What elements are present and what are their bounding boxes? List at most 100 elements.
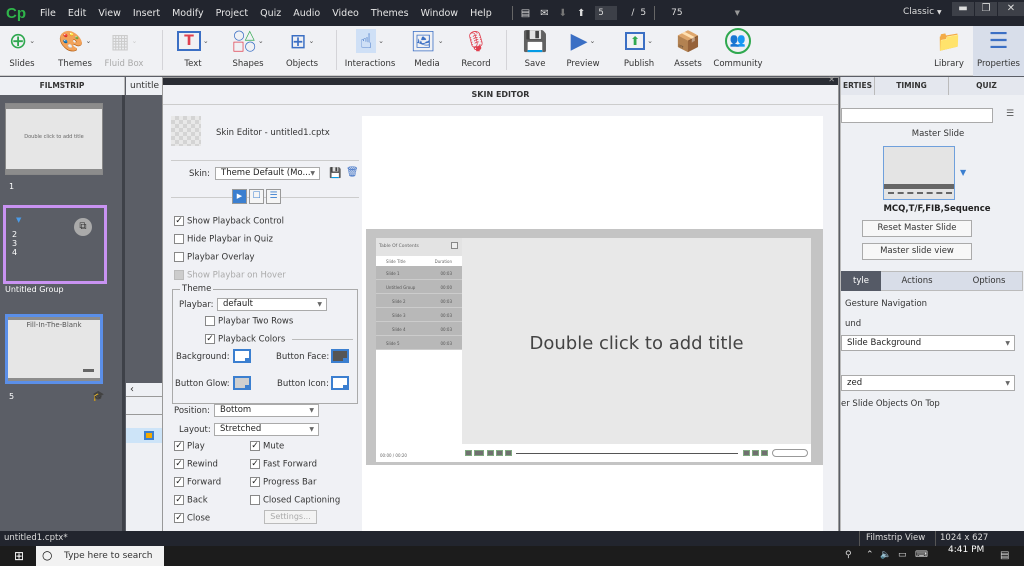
slide-thumbnail-1[interactable]: Double click to add title	[5, 103, 103, 175]
toc-pin-icon[interactable]	[451, 242, 458, 249]
comment-icon[interactable]: ▤	[521, 8, 530, 19]
rewind-checkbox[interactable]: ✓ Rewind	[174, 459, 218, 470]
keyboard-icon[interactable]: ⌨	[915, 550, 928, 560]
people-icon[interactable]: ⚲	[845, 550, 852, 560]
menu-file[interactable]: File	[40, 8, 56, 19]
save-skin-icon[interactable]: 💾	[329, 168, 341, 179]
windows-start-icon[interactable]: ⊞	[14, 549, 24, 563]
show-playback-checkbox[interactable]: ✓ Show Playback Control	[174, 216, 284, 227]
two-rows-checkbox[interactable]: Playbar Two Rows	[205, 316, 293, 327]
publish-button[interactable]: ⬆ ⌄ Publish	[611, 26, 667, 76]
network-icon[interactable]: ▭	[898, 550, 907, 560]
skin-select[interactable]: Theme Default (Mo... ▼	[215, 167, 320, 180]
menu-quiz[interactable]: Quiz	[260, 8, 281, 19]
notifications-icon[interactable]: ▤	[1000, 550, 1009, 561]
expand-group-icon[interactable]: ▼	[16, 216, 21, 224]
document-tab[interactable]: untitle	[126, 77, 162, 95]
properties-button[interactable]: ☰ Properties	[973, 26, 1024, 76]
fluid-box-button[interactable]: ▦ ⌄ Fluid Box	[96, 26, 152, 76]
back-checkbox[interactable]: ✓ Back	[174, 495, 208, 506]
toc-row[interactable]: Slide 1 00:03	[376, 266, 462, 280]
slide-group[interactable]: ▼ ⧉ 2 3 4	[3, 205, 107, 284]
progress-bar-checkbox[interactable]: ✓ Progress Bar	[250, 477, 317, 488]
objects-button[interactable]: ⊞ ⌄ Objects	[274, 26, 330, 76]
playback-colors-checkbox[interactable]: ✓ Playback Colors	[205, 334, 285, 345]
close-checkbox[interactable]: ✓ Close	[174, 513, 210, 524]
tab-actions[interactable]: Actions	[881, 271, 953, 291]
taskbar-search[interactable]: ○ Type here to search	[36, 546, 164, 566]
close-icon[interactable]: ✕	[828, 75, 835, 84]
toc-row[interactable]: Slide 5 00:03	[376, 336, 462, 350]
close-window-button[interactable]: ✕	[998, 2, 1024, 16]
closed-captioning-checkbox[interactable]: Closed Captioning	[250, 495, 340, 506]
toc-row[interactable]: Slide 2 00:03	[376, 294, 462, 308]
position-select[interactable]: Bottom ▼	[214, 404, 319, 417]
tab-timing[interactable]: TIMING	[875, 77, 949, 95]
arrow-up-icon[interactable]: ⬆	[577, 8, 585, 19]
toc-row[interactable]: Slide 3 00:03	[376, 308, 462, 322]
mute-checkbox[interactable]: ✓ Mute	[250, 441, 284, 452]
menu-video[interactable]: Video	[332, 8, 359, 19]
zoom-value[interactable]: 75	[671, 8, 682, 18]
fast-forward-checkbox[interactable]: ✓ Fast Forward	[250, 459, 317, 470]
menu-view[interactable]: View	[98, 8, 121, 19]
volume-icon[interactable]: 🔈	[880, 550, 891, 560]
clock[interactable]: 4:41 PM	[948, 545, 984, 555]
button-icon-color-swatch[interactable]	[331, 376, 349, 390]
panel-menu-icon[interactable]: ☰	[1006, 109, 1014, 119]
themes-button[interactable]: 🎨 ⌄ Themes	[47, 26, 103, 76]
menu-insert[interactable]: Insert	[133, 8, 160, 19]
menu-project[interactable]: Project	[216, 8, 249, 19]
toc-tab-icon[interactable]: ☰	[266, 189, 281, 204]
play-checkbox[interactable]: ✓ Play	[174, 441, 205, 452]
shapes-button[interactable]: ○△ □○ ⌄ Shapes	[220, 26, 276, 76]
menu-themes[interactable]: Themes	[371, 8, 409, 19]
hide-playbar-checkbox[interactable]: Hide Playbar in Quiz	[174, 234, 273, 245]
master-slide-view-button[interactable]: Master slide view	[862, 243, 972, 260]
button-glow-color-swatch[interactable]	[233, 376, 251, 390]
menu-window[interactable]: Window	[421, 8, 458, 19]
menu-modify[interactable]: Modify	[172, 8, 203, 19]
borders-tab-icon[interactable]: ☐	[249, 189, 264, 204]
cc-settings-button[interactable]: Settings...	[264, 510, 317, 524]
layout-select[interactable]: Stretched ▼	[214, 423, 319, 436]
assets-button[interactable]: 📦 Assets	[660, 26, 716, 76]
slide-thumbnail-5[interactable]: Fill-In-The-Blank	[5, 314, 103, 384]
master-dropdown-icon[interactable]: ▼	[960, 168, 966, 177]
slide-name-input[interactable]	[841, 108, 993, 123]
chevron-up-icon[interactable]: ⌃	[866, 550, 874, 560]
forward-checkbox[interactable]: ✓ Forward	[174, 477, 221, 488]
playbar-select[interactable]: default ▼	[217, 298, 327, 311]
playback-tab-icon[interactable]: ▶	[232, 189, 247, 204]
playbar-overlay-checkbox[interactable]: Playbar Overlay	[174, 252, 255, 263]
arrow-down-icon[interactable]: ⬇	[559, 8, 567, 19]
interactions-button[interactable]: ☝ ⌄ Interactions	[342, 26, 398, 76]
button-face-color-swatch[interactable]	[331, 349, 349, 363]
timeline-row[interactable]	[126, 428, 162, 443]
tab-options[interactable]: Options	[953, 271, 1024, 291]
library-button[interactable]: 📁 Library	[921, 26, 977, 76]
toc-row[interactable]: Slide 4 00:03	[376, 322, 462, 336]
zoom-dropdown-icon[interactable]: ▼	[735, 9, 740, 17]
quality-select[interactable]: zed ▼	[841, 375, 1015, 391]
delete-skin-icon[interactable]: 🗑	[346, 167, 359, 178]
media-button[interactable]: 🖼 ⌄ Media	[399, 26, 455, 76]
tab-style[interactable]: tyle	[841, 271, 881, 291]
toc-row[interactable]: Untitled Group 00:00	[376, 280, 462, 294]
minimize-button[interactable]: ▬	[952, 2, 974, 16]
community-button[interactable]: 👥 Community	[710, 26, 766, 76]
slides-button[interactable]: ⊕ ⌄ Slides	[0, 26, 50, 76]
master-slide-thumbnail[interactable]	[883, 146, 955, 200]
menu-audio[interactable]: Audio	[293, 8, 320, 19]
filmstrip-tab[interactable]: FILMSTRIP	[0, 77, 125, 95]
mail-icon[interactable]: ✉	[540, 8, 548, 19]
playbar-hover-checkbox[interactable]: Show Playbar on Hover	[174, 270, 286, 281]
tab-properties[interactable]: ERTIES	[841, 77, 875, 95]
background-select[interactable]: Slide Background ▼	[841, 335, 1015, 351]
collapse-arrow-icon[interactable]: ‹	[126, 383, 162, 397]
text-button[interactable]: T ⌄ Text	[165, 26, 221, 76]
preview-button[interactable]: ▶ ⌄ Preview	[555, 26, 611, 76]
restore-button[interactable]: ❐	[975, 2, 997, 16]
menu-edit[interactable]: Edit	[68, 8, 86, 19]
current-slide-input[interactable]: 5	[595, 6, 618, 20]
